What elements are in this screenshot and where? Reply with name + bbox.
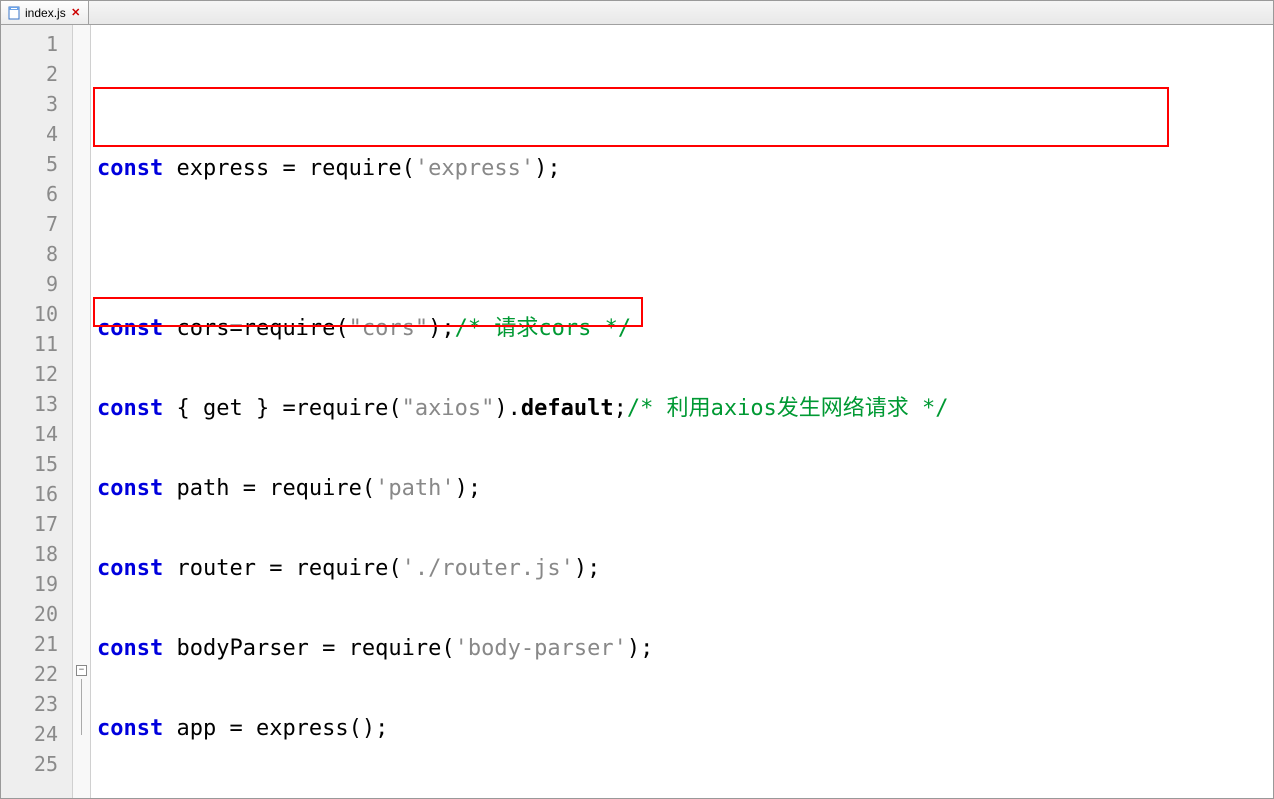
line-number: 21 <box>1 629 72 659</box>
close-icon[interactable]: ✕ <box>70 7 82 19</box>
line-number: 20 <box>1 599 72 629</box>
code-line: const { get } =require("axios").default;… <box>91 394 1273 424</box>
code-line: const router = require('./router.js'); <box>91 554 1273 584</box>
line-number: 19 <box>1 569 72 599</box>
fold-line <box>81 679 82 735</box>
code-line: const cors=require("cors");/* 请求cors */ <box>91 314 1273 344</box>
line-number: 18 <box>1 539 72 569</box>
file-icon <box>7 6 21 20</box>
code-line <box>91 794 1273 798</box>
line-number: 24 <box>1 719 72 749</box>
line-number: 11 <box>1 329 72 359</box>
line-number: 5 <box>1 149 72 179</box>
line-number: 7 <box>1 209 72 239</box>
line-number: 13 <box>1 389 72 419</box>
line-number: 17 <box>1 509 72 539</box>
line-number: 2 <box>1 59 72 89</box>
line-number: 23 <box>1 689 72 719</box>
line-number-gutter: 1 2 3 4 5 6 7 8 9 10 11 12 13 14 15 16 1… <box>1 25 73 798</box>
line-number: 9 <box>1 269 72 299</box>
code-area[interactable]: const express = require('express'); cons… <box>91 25 1273 798</box>
code-line: const bodyParser = require('body-parser'… <box>91 634 1273 664</box>
fold-toggle-icon[interactable]: − <box>76 665 87 676</box>
line-number: 15 <box>1 449 72 479</box>
line-number: 25 <box>1 749 72 779</box>
line-number: 3 <box>1 89 72 119</box>
code-line: const express = require('express'); <box>91 154 1273 184</box>
code-line: const app = express(); <box>91 714 1273 744</box>
tab-filename: index.js <box>25 6 66 20</box>
code-line <box>91 234 1273 264</box>
line-number: 1 <box>1 29 72 59</box>
line-number: 10 <box>1 299 72 329</box>
line-number: 6 <box>1 179 72 209</box>
code-line: const path = require('path'); <box>91 474 1273 504</box>
code-editor[interactable]: 1 2 3 4 5 6 7 8 9 10 11 12 13 14 15 16 1… <box>1 25 1273 798</box>
line-number: 8 <box>1 239 72 269</box>
file-tab[interactable]: index.js ✕ <box>1 1 89 24</box>
line-number: 14 <box>1 419 72 449</box>
line-number: 12 <box>1 359 72 389</box>
tab-bar: index.js ✕ <box>1 1 1273 25</box>
fold-gutter: − <box>73 25 91 798</box>
line-number: 16 <box>1 479 72 509</box>
line-number: 4 <box>1 119 72 149</box>
highlight-box-a <box>93 87 1169 147</box>
line-number: 22 <box>1 659 72 689</box>
